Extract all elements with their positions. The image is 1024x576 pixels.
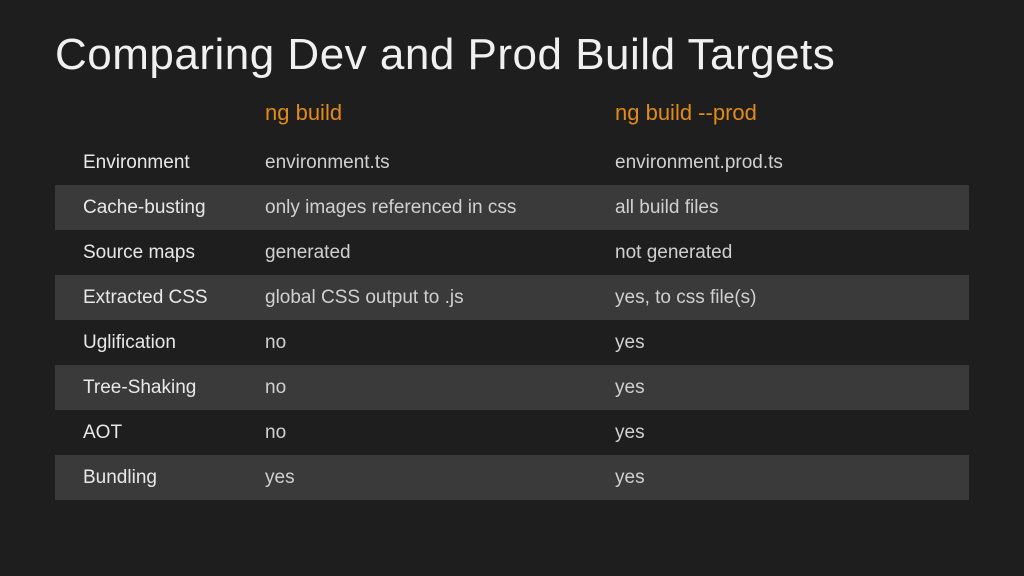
row-build-value: no (265, 332, 615, 354)
row-build-value: generated (265, 242, 615, 264)
row-label: Bundling (55, 467, 265, 489)
row-build-value: yes (265, 467, 615, 489)
row-build-value: environment.ts (265, 152, 615, 174)
row-build-value: no (265, 377, 615, 399)
table-row: Bundling yes yes (55, 455, 969, 500)
table-row: Environment environment.ts environment.p… (55, 140, 969, 185)
comparison-table: ng build ng build --prod Environment env… (55, 100, 969, 500)
row-prod-value: not generated (615, 242, 969, 264)
header-build-col: ng build (265, 100, 615, 126)
row-prod-value: yes (615, 377, 969, 399)
table-row: Source maps generated not generated (55, 230, 969, 275)
row-build-value: global CSS output to .js (265, 287, 615, 309)
row-prod-value: yes (615, 467, 969, 489)
table-row: Cache-busting only images referenced in … (55, 185, 969, 230)
row-label: Source maps (55, 242, 265, 264)
header-label-col (55, 100, 265, 126)
row-label: Environment (55, 152, 265, 174)
table-row: Tree-Shaking no yes (55, 365, 969, 410)
row-build-value: no (265, 422, 615, 444)
row-label: Uglification (55, 332, 265, 354)
slide-container: Comparing Dev and Prod Build Targets ng … (0, 0, 1024, 576)
row-prod-value: yes (615, 332, 969, 354)
table-row: Extracted CSS global CSS output to .js y… (55, 275, 969, 320)
table-header-row: ng build ng build --prod (55, 100, 969, 140)
slide-title: Comparing Dev and Prod Build Targets (55, 30, 969, 80)
row-label: Cache-busting (55, 197, 265, 219)
table-row: AOT no yes (55, 410, 969, 455)
row-label: AOT (55, 422, 265, 444)
row-label: Tree-Shaking (55, 377, 265, 399)
row-prod-value: environment.prod.ts (615, 152, 969, 174)
header-prod-col: ng build --prod (615, 100, 969, 126)
row-prod-value: yes (615, 422, 969, 444)
row-prod-value: all build files (615, 197, 969, 219)
row-build-value: only images referenced in css (265, 197, 615, 219)
row-prod-value: yes, to css file(s) (615, 287, 969, 309)
row-label: Extracted CSS (55, 287, 265, 309)
table-row: Uglification no yes (55, 320, 969, 365)
